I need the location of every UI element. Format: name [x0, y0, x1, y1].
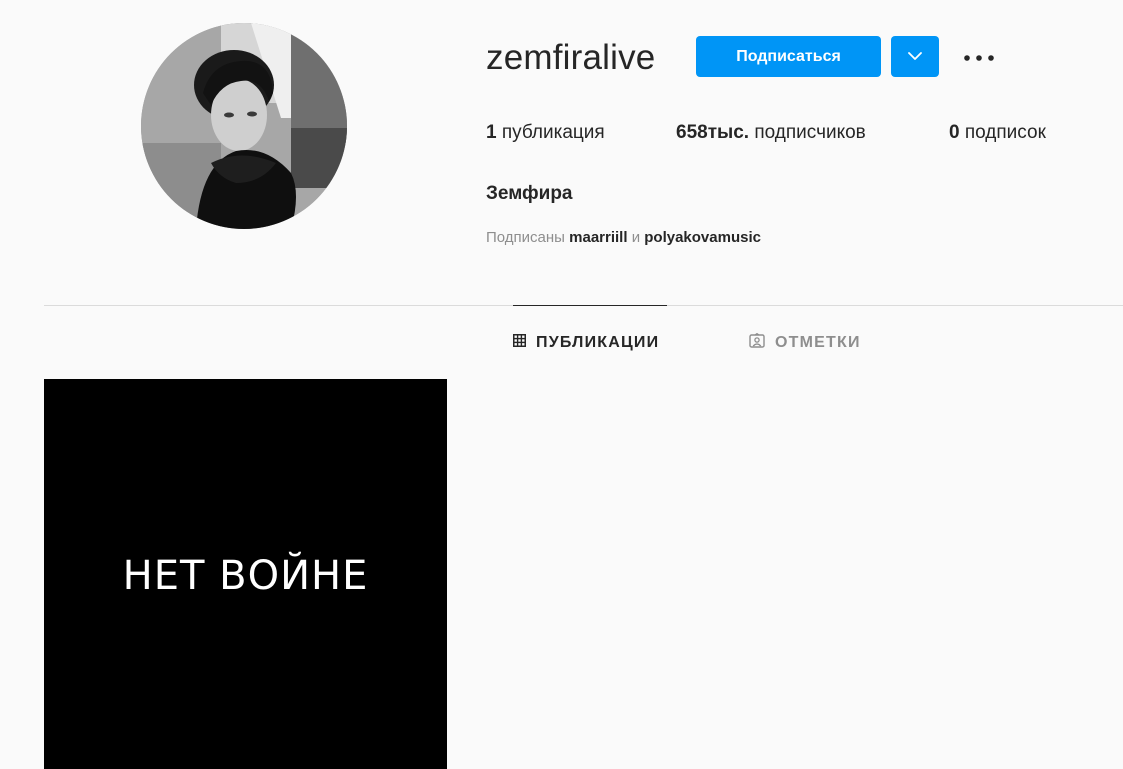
- followed-by-prefix: Подписаны: [486, 229, 565, 246]
- tab-tagged-label: ОТМЕТКИ: [775, 334, 861, 351]
- followed-by-text: Подписаны maarriill и polyakovamusic: [486, 229, 761, 246]
- more-dots-icon: [964, 48, 994, 66]
- posts-label: публикация: [501, 122, 605, 143]
- followers-count-stat[interactable]: 658тыс. подписчиков: [676, 122, 866, 144]
- profile-username: zemfiralive: [486, 38, 656, 77]
- followed-by-account-link[interactable]: polyakovamusic: [644, 229, 761, 246]
- follow-button[interactable]: Подписаться: [696, 36, 881, 77]
- following-label: подписок: [964, 122, 1046, 143]
- profile-page: zemfiralive Подписаться 1 публикация 658…: [0, 0, 1123, 769]
- active-tab-indicator: [513, 305, 667, 306]
- followed-by-account-link[interactable]: maarriill: [569, 229, 627, 246]
- followers-count: 658тыс.: [676, 122, 750, 143]
- followed-by-conjunction: и: [631, 229, 641, 246]
- tagged-icon: [749, 332, 765, 353]
- more-options-button[interactable]: [958, 42, 1000, 72]
- profile-full-name: Земфира: [486, 183, 573, 204]
- posts-count: 1: [486, 122, 497, 143]
- chevron-down-icon: [908, 49, 922, 64]
- tab-tagged[interactable]: ОТМЕТКИ: [749, 332, 861, 354]
- avatar-photo: [141, 23, 347, 229]
- followers-label: подписчиков: [754, 122, 866, 143]
- tab-posts-label: ПУБЛИКАЦИИ: [536, 334, 660, 351]
- post-thumbnail[interactable]: НЕТ ВОЙНЕ: [44, 379, 447, 769]
- posts-count-stat: 1 публикация: [486, 122, 605, 144]
- following-count-stat[interactable]: 0 подписок: [949, 122, 1046, 144]
- following-count: 0: [949, 122, 960, 143]
- profile-avatar[interactable]: [141, 23, 347, 229]
- suggested-dropdown-button[interactable]: [891, 36, 939, 77]
- grid-icon: [513, 334, 526, 352]
- tab-posts[interactable]: ПУБЛИКАЦИИ: [513, 332, 659, 354]
- post-image-text: НЕТ ВОЙНЕ: [122, 553, 369, 599]
